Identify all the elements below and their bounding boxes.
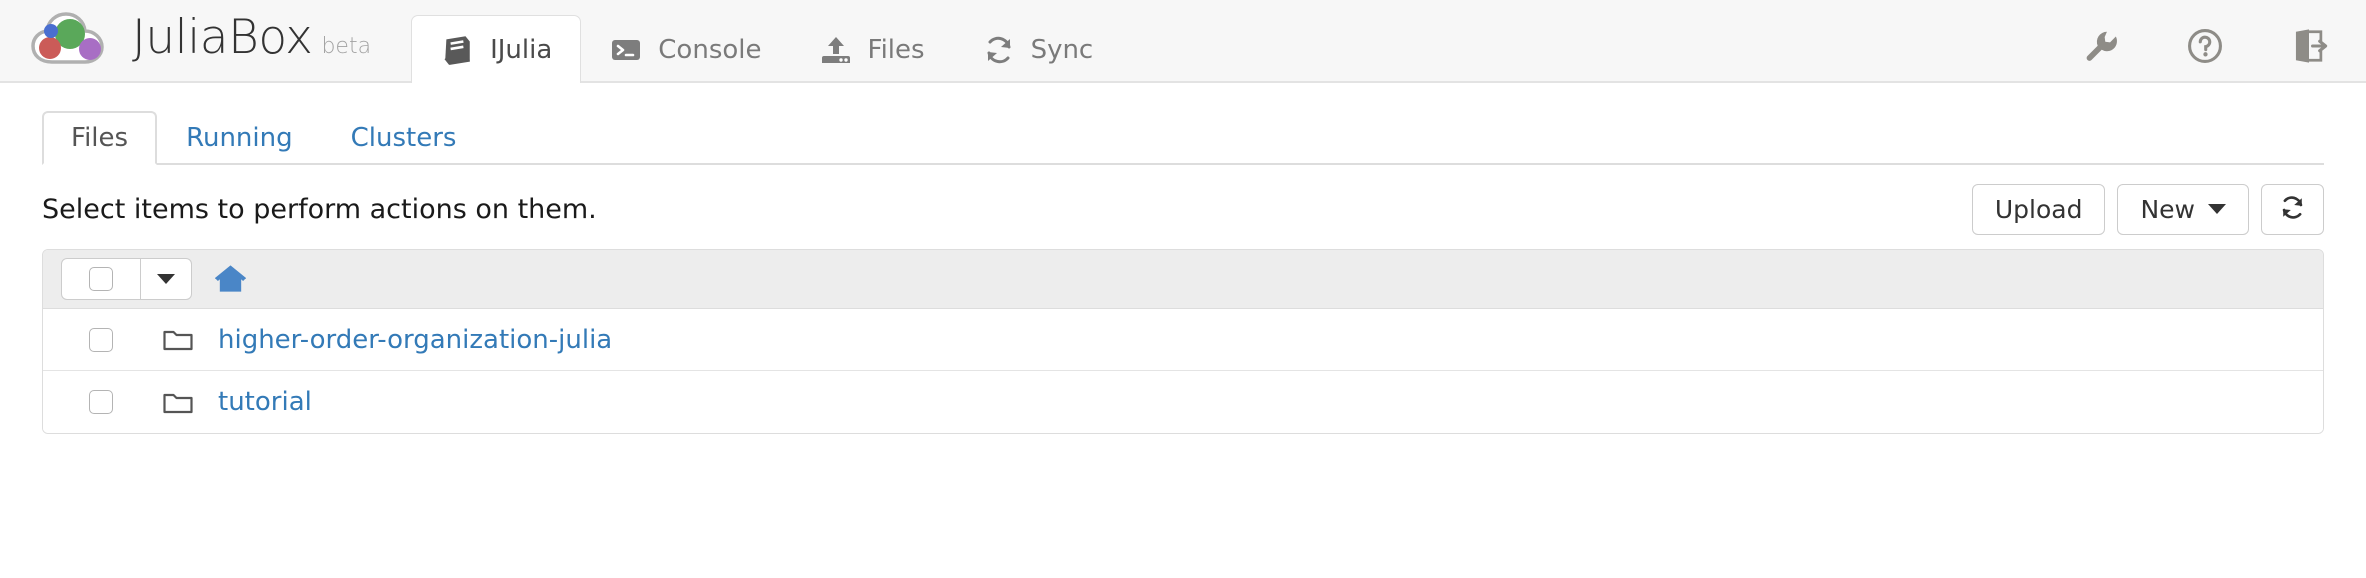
nav-tab-label: IJulia <box>490 34 553 65</box>
brand-name: JuliaBox <box>132 10 313 65</box>
refresh-icon <box>2279 194 2306 225</box>
caret-down-icon <box>2208 204 2226 214</box>
help-circle-icon[interactable] <box>2186 27 2224 65</box>
file-list-container: higher-order-organization-julia tutorial <box>0 249 2366 434</box>
nav-tab-console[interactable]: Console <box>581 15 790 83</box>
upload-hdd-icon <box>820 34 852 66</box>
select-all-checkbox[interactable] <box>89 267 113 291</box>
table-row[interactable]: tutorial <box>43 371 2323 433</box>
select-dropdown-button[interactable] <box>141 258 192 300</box>
nav-tab-sync[interactable]: Sync <box>954 15 1123 83</box>
notebook-subtabs: Files Running Clusters <box>42 107 2324 165</box>
brand[interactable]: JuliaBox beta <box>0 0 371 81</box>
wrench-icon[interactable] <box>2082 27 2120 65</box>
main-nav-tabs: IJulia Console Files Sync <box>411 0 1123 83</box>
top-header-bar: JuliaBox beta IJulia Console Files Sync <box>0 0 2366 83</box>
book-icon <box>440 33 474 67</box>
subtab-clusters[interactable]: Clusters <box>322 111 486 165</box>
upload-button-label: Upload <box>1994 194 2083 224</box>
new-button-label: New <box>2140 194 2195 224</box>
nav-tab-label: Sync <box>1030 34 1094 65</box>
subtabs-container: Files Running Clusters <box>0 107 2366 165</box>
row-checkbox[interactable] <box>89 390 113 414</box>
folder-icon <box>163 390 193 415</box>
row-checkbox-cell[interactable] <box>61 390 141 414</box>
caret-down-icon <box>157 274 175 284</box>
file-name-link[interactable]: tutorial <box>218 387 312 417</box>
nav-tab-files[interactable]: Files <box>791 15 954 83</box>
header-action-icons <box>2082 27 2328 65</box>
brand-beta-badge: beta <box>321 34 372 59</box>
brand-text: JuliaBox beta <box>132 10 371 65</box>
nav-tab-label: Files <box>867 34 925 65</box>
action-row: Select items to perform actions on them.… <box>0 173 2366 245</box>
row-checkbox-cell[interactable] <box>61 327 141 352</box>
refresh-button[interactable] <box>2261 183 2324 235</box>
subtab-files[interactable]: Files <box>42 111 158 165</box>
new-dropdown-button[interactable]: New <box>2117 183 2249 235</box>
file-list-panel: higher-order-organization-julia tutorial <box>42 249 2324 434</box>
subtab-running[interactable]: Running <box>157 111 322 165</box>
file-action-buttons: Upload New <box>1971 183 2324 235</box>
file-list-toolbar <box>43 250 2323 309</box>
select-items-message: Select items to perform actions on them. <box>42 193 597 225</box>
table-row[interactable]: higher-order-organization-julia <box>43 309 2323 371</box>
file-name-link[interactable]: higher-order-organization-julia <box>218 325 612 355</box>
folder-icon <box>163 327 193 352</box>
terminal-icon <box>610 34 642 66</box>
sync-refresh-icon <box>983 34 1015 66</box>
nav-tab-label: Console <box>658 34 762 65</box>
upload-button[interactable]: Upload <box>1971 183 2106 235</box>
nav-tab-ijulia[interactable]: IJulia <box>411 15 582 83</box>
row-checkbox[interactable] <box>89 327 113 352</box>
sign-out-icon[interactable] <box>2290 27 2328 65</box>
select-all-group <box>61 258 192 300</box>
select-all-checkbox-wrap[interactable] <box>61 258 141 300</box>
juliabox-cloud-logo <box>30 10 106 66</box>
breadcrumb-home-icon[interactable] <box>214 264 247 294</box>
